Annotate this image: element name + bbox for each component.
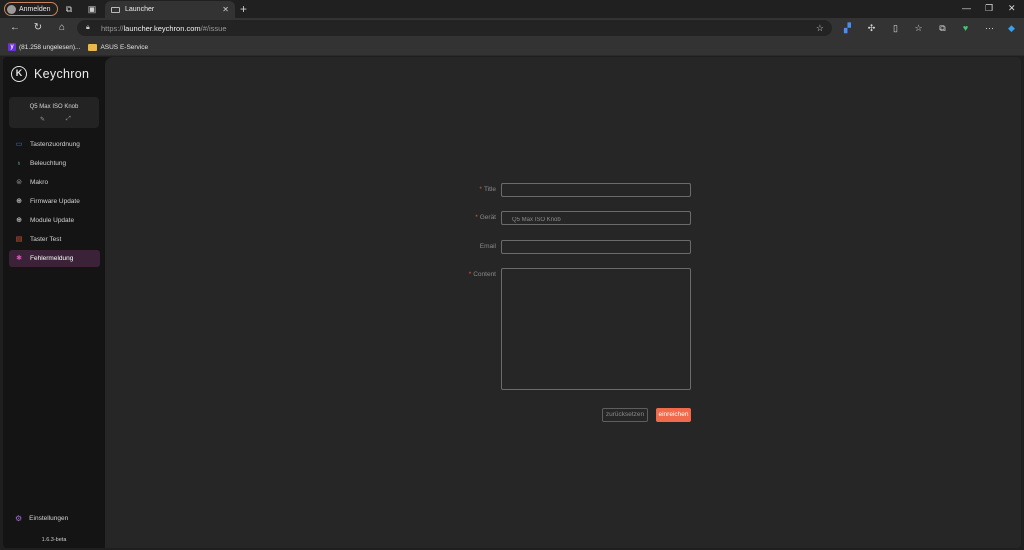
title-input[interactable]	[501, 183, 691, 197]
required-marker: *	[479, 186, 482, 193]
settings-label: Einstellungen	[29, 515, 69, 522]
sidebar-item-label: Makro	[30, 179, 49, 186]
sidebar: K Keychron Q5 Max ISO Knob ✎ ⤢ ▭ Tastenz…	[3, 57, 105, 548]
sidebar-item-label: Tastenzuordnung	[30, 141, 80, 148]
tab-title: Launcher	[125, 6, 155, 13]
browser-nav-bar: ← ↻ ⌂ 🔒︎ https:// launcher.keychron.com …	[0, 18, 1024, 39]
address-bar[interactable]: 🔒︎ https:// launcher.keychron.com /#/iss…	[77, 20, 832, 36]
extension-icon[interactable]: ▞	[842, 23, 853, 34]
keyboard-favicon-icon	[111, 6, 120, 13]
issue-form-panel: *Title *Gerät Email *Content zurücksetze…	[105, 57, 1021, 548]
sidebar-item-fehlermeldung[interactable]: ✱ Fehlermeldung	[9, 250, 100, 267]
sidebar-item-label: Taster Test	[30, 236, 62, 243]
sidebar-item-tastenzuordnung[interactable]: ▭ Tastenzuordnung	[9, 136, 100, 153]
copilot-icon[interactable]: ◆	[1006, 23, 1017, 34]
keyboard-icon: ▭	[15, 140, 23, 148]
edit-device-icon[interactable]: ✎	[40, 116, 45, 123]
workspaces-icon[interactable]: ⧉	[64, 4, 74, 14]
sidebar-item-beleuchtung[interactable]: ♁ Beleuchtung	[9, 155, 100, 172]
bug-icon: ✱	[16, 254, 22, 262]
email-label: Email	[479, 243, 496, 250]
settings-button[interactable]: ⚙ Einstellungen	[15, 514, 68, 523]
sidebar-item-label: Firmware Update	[30, 198, 80, 205]
minimize-icon[interactable]: —	[962, 3, 971, 13]
required-marker: *	[475, 214, 478, 221]
brand-logo: K Keychron	[11, 66, 89, 82]
lock-icon[interactable]: 🔒︎	[86, 24, 94, 32]
bulb-icon: ♁	[16, 159, 22, 167]
sidebar-item-firmware-update[interactable]: ⊕ Firmware Update	[9, 193, 100, 210]
sidebar-item-makro[interactable]: ⊜ Makro	[9, 174, 100, 191]
gear-icon: ⚙	[15, 514, 23, 523]
sidebar-menu: ▭ Tastenzuordnung ♁ Beleuchtung ⊜ Makro …	[9, 136, 100, 269]
plus-circle-icon: ⊕	[16, 197, 22, 205]
brand-name: Keychron	[34, 67, 90, 81]
more-menu-icon[interactable]: ⋯	[984, 23, 995, 34]
device-label: * Gerät	[475, 214, 496, 221]
collections-icon[interactable]: ⧉	[937, 23, 948, 34]
sidebar-item-module-update[interactable]: ⊕ Module Update	[9, 212, 100, 229]
bookmark-label: ASUS E-Service	[100, 43, 149, 51]
app-version: 1.6.3-beta	[41, 537, 67, 543]
avatar-icon	[7, 4, 16, 14]
favorite-star-icon[interactable]: ☆	[816, 23, 824, 34]
bookmark-yahoo-mail[interactable]: y (81.258 ungelesen)...	[8, 43, 80, 51]
back-icon[interactable]: ←	[9, 22, 21, 34]
macro-icon: ⊜	[16, 178, 22, 186]
device-card: Q5 Max ISO Knob ✎ ⤢	[9, 97, 99, 128]
split-screen-icon[interactable]: ▯	[890, 23, 901, 34]
required-marker: *	[468, 271, 472, 278]
calendar-icon: ▤	[15, 235, 23, 243]
profile-label: Anmelden	[19, 5, 51, 13]
content-label: * Content	[468, 271, 496, 278]
folder-icon	[88, 43, 98, 51]
browser-tab-launcher[interactable]: Launcher ✕	[105, 1, 235, 18]
puzzle-icon[interactable]: ✣	[866, 23, 877, 34]
reload-icon[interactable]: ↻	[32, 22, 44, 34]
browser-tab-bar: Anmelden ⧉ ▣ Launcher ✕ + — ❐ ✕	[0, 0, 1024, 18]
keychron-logo-icon: K	[11, 66, 27, 82]
profile-button[interactable]: Anmelden	[4, 2, 58, 16]
bookmark-asus-eservice[interactable]: ASUS E-Service	[88, 43, 149, 51]
device-input[interactable]	[501, 211, 691, 225]
reset-button[interactable]: zurücksetzen	[602, 408, 648, 422]
new-tab-icon[interactable]: +	[240, 2, 247, 16]
tab-actions-icon[interactable]: ▣	[87, 4, 97, 14]
maximize-icon[interactable]: ❐	[985, 3, 993, 14]
sidebar-item-label: Beleuchtung	[30, 160, 67, 167]
url-host: launcher.keychron.com	[123, 23, 201, 33]
close-window-icon[interactable]: ✕	[1008, 3, 1016, 14]
sidebar-item-label: Fehlermeldung	[30, 255, 74, 262]
plus-circle-icon: ⊕	[16, 216, 22, 224]
url-path: /#/issue	[200, 23, 227, 33]
close-tab-icon[interactable]: ✕	[222, 5, 229, 14]
link-device-icon[interactable]: ⤢	[66, 116, 71, 123]
bookmark-label: (81.258 ungelesen)...	[19, 43, 81, 51]
sidebar-item-label: Module Update	[30, 217, 75, 224]
url-scheme: https://	[101, 23, 124, 33]
favorites-icon[interactable]: ☆	[913, 23, 924, 34]
submit-button[interactable]: einreichen	[656, 408, 691, 422]
home-icon[interactable]: ⌂	[56, 22, 68, 34]
keychron-launcher-app: K Keychron Q5 Max ISO Knob ✎ ⤢ ▭ Tastenz…	[3, 57, 1021, 548]
browser-essentials-icon[interactable]: ♥	[960, 23, 971, 34]
content-textarea[interactable]	[501, 268, 691, 390]
title-label: * Title	[479, 186, 496, 193]
bookmarks-bar: y (81.258 ungelesen)... ASUS E-Service	[0, 39, 1024, 56]
sidebar-item-taster-test[interactable]: ▤ Taster Test	[9, 231, 100, 248]
yahoo-mail-icon: y	[8, 43, 16, 51]
email-input[interactable]	[501, 240, 691, 254]
device-name: Q5 Max ISO Knob	[29, 104, 79, 110]
